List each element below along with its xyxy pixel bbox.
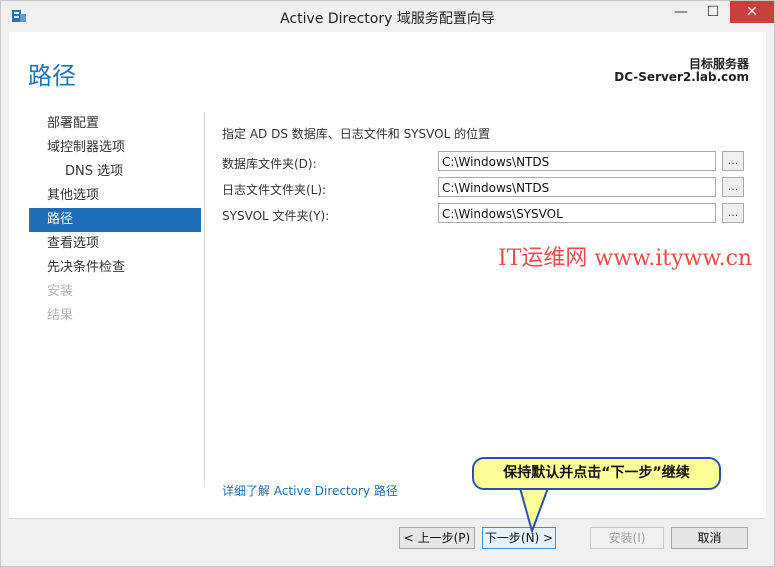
sysvol-browse-button[interactable]: ... (722, 203, 744, 223)
minimize-button[interactable]: — (666, 1, 696, 23)
instruction-callout: 保持默认并点击“下一步”继续 (472, 457, 721, 490)
previous-button[interactable]: < 上一步(P) (399, 527, 475, 549)
nav-item-results: 结果 (47, 308, 74, 323)
database-browse-button[interactable]: ... (722, 151, 744, 171)
nav-item-review[interactable]: 查看选项 (29, 232, 201, 256)
next-button[interactable]: 下一步(N) > (482, 527, 556, 549)
title-bar[interactable]: Active Directory 域服务配置向导 — ☐ ✕ (1, 1, 774, 32)
footer-divider (9, 518, 766, 519)
sysvol-folder-input[interactable]: C:\Windows\SYSVOL (438, 203, 716, 223)
wizard-content: 路径 目标服务器 DC-Server2.lab.com 部署配置 域控制器选项 … (9, 32, 766, 518)
nav-item-dns-options[interactable]: DNS 选项 (29, 160, 201, 184)
log-folder-input[interactable]: C:\Windows\NTDS (438, 177, 716, 197)
learn-more-link[interactable]: 详细了解 Active Directory 路径 (222, 482, 398, 499)
nav-item-paths[interactable]: 路径 (29, 208, 201, 232)
install-button: 安装(I) (590, 527, 664, 549)
log-browse-button[interactable]: ... (722, 177, 744, 197)
nav-item-deployment[interactable]: 部署配置 (29, 112, 201, 136)
nav-divider (204, 112, 205, 487)
sysvol-folder-label: SYSVOL 文件夹(Y): (222, 209, 330, 223)
nav-item-dc-options[interactable]: 域控制器选项 (29, 136, 201, 160)
database-folder-label: 数据库文件夹(D): (222, 157, 317, 171)
window-title: Active Directory 域服务配置向导 (280, 11, 495, 27)
database-folder-input[interactable]: C:\Windows\NTDS (438, 151, 716, 171)
page-title: 路径 (28, 62, 76, 90)
log-folder-label: 日志文件文件夹(L): (222, 183, 327, 197)
nav-item-install: 安装 (47, 284, 74, 299)
nav-item-additional-options[interactable]: 其他选项 (29, 184, 201, 208)
paths-description: 指定 AD DS 数据库、日志文件和 SYSVOL 的位置 (222, 127, 491, 141)
watermark-text: IT运维网 www.ityww.cn (498, 246, 753, 271)
wizard-nav: 部署配置 域控制器选项 DNS 选项 其他选项 路径 查看选项 先决条件检查 安… (29, 112, 201, 328)
maximize-button[interactable]: ☐ (698, 1, 728, 23)
cancel-button[interactable]: 取消 (671, 527, 748, 549)
close-button[interactable]: ✕ (730, 1, 774, 23)
nav-item-prereq[interactable]: 先决条件检查 (29, 256, 201, 280)
target-server-name: DC-Server2.lab.com (614, 70, 749, 84)
